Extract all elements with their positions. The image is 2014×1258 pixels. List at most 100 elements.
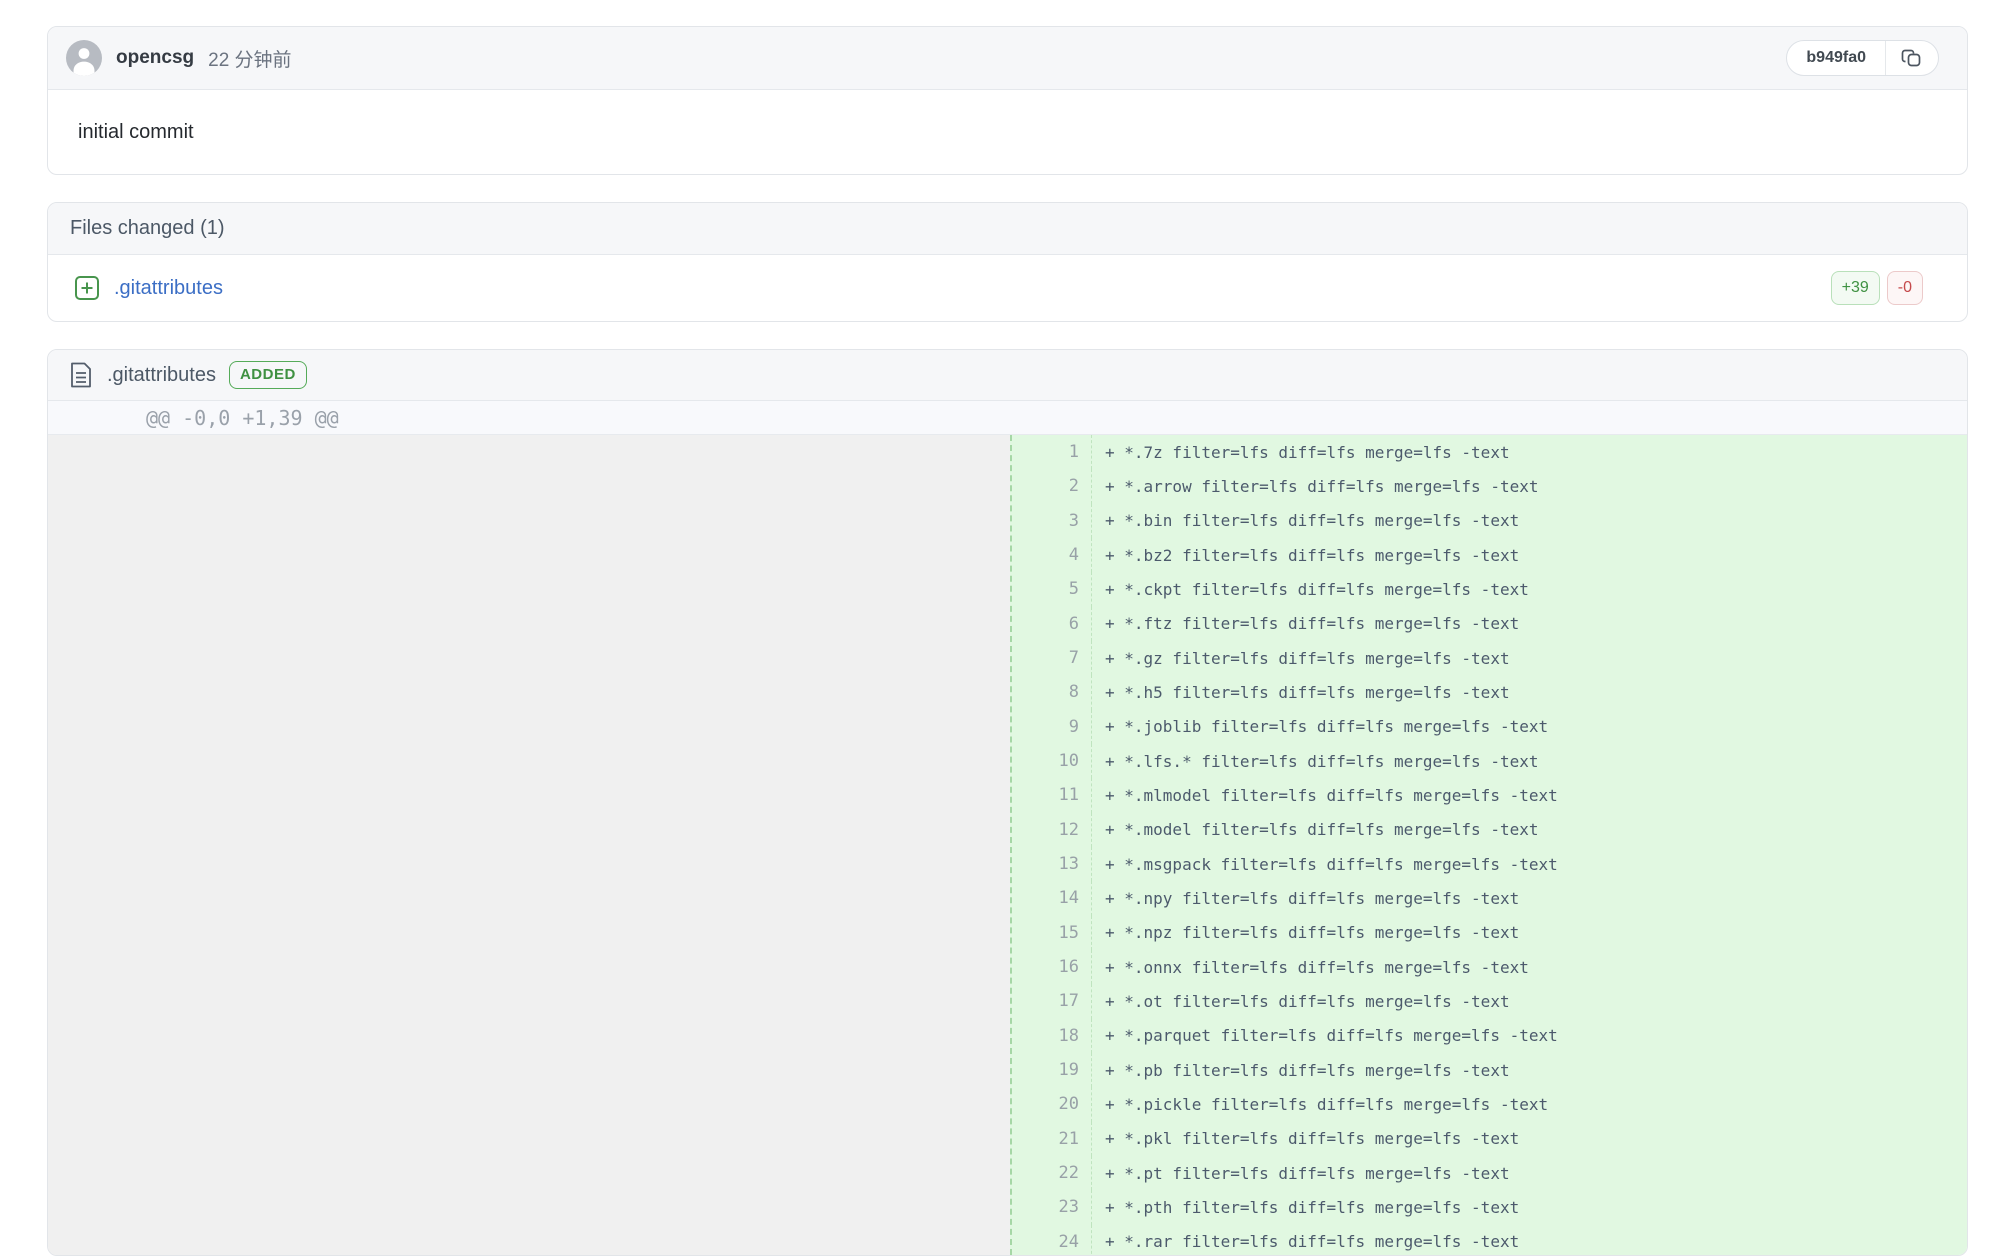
diff-line-text: + *.pt filter=lfs diff=lfs merge=lfs -te… <box>1092 1156 1510 1190</box>
line-number[interactable]: 1 <box>1012 435 1092 469</box>
copy-hash-button[interactable] <box>1886 41 1938 75</box>
hunk-header-text: @@ -0,0 +1,39 @@ <box>146 406 339 430</box>
line-number[interactable]: 16 <box>1012 950 1092 984</box>
diff-line-row: 20 + *.pickle filter=lfs diff=lfs merge=… <box>1012 1087 1967 1121</box>
line-number[interactable]: 14 <box>1012 881 1092 915</box>
line-number[interactable]: 22 <box>1012 1156 1092 1190</box>
diff-line-text: + *.arrow filter=lfs diff=lfs merge=lfs … <box>1092 469 1538 503</box>
commit-message: initial commit <box>48 90 1967 174</box>
diff-line-row: 9 + *.joblib filter=lfs diff=lfs merge=l… <box>1012 710 1967 744</box>
changed-file-link[interactable]: .gitattributes <box>114 277 223 300</box>
diff-line-row: 21 + *.pkl filter=lfs diff=lfs merge=lfs… <box>1012 1122 1967 1156</box>
diff-lines: 1 + *.7z filter=lfs diff=lfs merge=lfs -… <box>1010 435 1967 1255</box>
diff-line-row: 4 + *.bz2 filter=lfs diff=lfs merge=lfs … <box>1012 538 1967 572</box>
diff-line-row: 10 + *.lfs.* filter=lfs diff=lfs merge=l… <box>1012 744 1967 778</box>
diff-line-row: 8 + *.h5 filter=lfs diff=lfs merge=lfs -… <box>1012 675 1967 709</box>
commit-author[interactable]: opencsg <box>116 47 194 69</box>
diff-line-row: 18 + *.parquet filter=lfs diff=lfs merge… <box>1012 1019 1967 1053</box>
diff-line-row: 6 + *.ftz filter=lfs diff=lfs merge=lfs … <box>1012 607 1967 641</box>
diff-line-text: + *.msgpack filter=lfs diff=lfs merge=lf… <box>1092 847 1558 881</box>
diff-line-text: + *.pb filter=lfs diff=lfs merge=lfs -te… <box>1092 1053 1510 1087</box>
diff-line-text: + *.npy filter=lfs diff=lfs merge=lfs -t… <box>1092 881 1519 915</box>
diff-line-text: + *.ot filter=lfs diff=lfs merge=lfs -te… <box>1092 984 1510 1018</box>
line-number[interactable]: 17 <box>1012 984 1092 1018</box>
line-number[interactable]: 6 <box>1012 607 1092 641</box>
file-status-badge: ADDED <box>229 361 307 389</box>
diff-line-row: 11 + *.mlmodel filter=lfs diff=lfs merge… <box>1012 778 1967 812</box>
commit-card: opencsg 22 分钟前 b949fa0 initial commit <box>47 26 1968 175</box>
line-number[interactable]: 24 <box>1012 1225 1092 1255</box>
diff-card: .gitattributes ADDED @@ -0,0 +1,39 @@ 1 … <box>47 349 1968 1256</box>
diff-stat-badges: +39 -0 <box>1831 271 1923 305</box>
line-number[interactable]: 9 <box>1012 710 1092 744</box>
diff-line-row: 22 + *.pt filter=lfs diff=lfs merge=lfs … <box>1012 1156 1967 1190</box>
split-diff-body: 1 + *.7z filter=lfs diff=lfs merge=lfs -… <box>48 435 1967 1255</box>
diff-old-side-empty <box>48 435 1010 1255</box>
diff-line-text: + *.parquet filter=lfs diff=lfs merge=lf… <box>1092 1019 1558 1053</box>
diff-line-text: + *.pickle filter=lfs diff=lfs merge=lfs… <box>1092 1087 1548 1121</box>
diff-line-text: + *.ftz filter=lfs diff=lfs merge=lfs -t… <box>1092 607 1519 641</box>
diff-line-row: 19 + *.pb filter=lfs diff=lfs merge=lfs … <box>1012 1053 1967 1087</box>
line-number[interactable]: 15 <box>1012 916 1092 950</box>
diff-line-row: 2 + *.arrow filter=lfs diff=lfs merge=lf… <box>1012 469 1967 503</box>
diff-line-text: + *.lfs.* filter=lfs diff=lfs merge=lfs … <box>1092 744 1538 778</box>
copy-icon <box>1901 47 1923 69</box>
line-number[interactable]: 11 <box>1012 778 1092 812</box>
diff-line-row: 15 + *.npz filter=lfs diff=lfs merge=lfs… <box>1012 916 1967 950</box>
commit-header: opencsg 22 分钟前 b949fa0 <box>48 27 1967 90</box>
diff-line-row: 17 + *.ot filter=lfs diff=lfs merge=lfs … <box>1012 984 1967 1018</box>
diff-line-text: + *.pth filter=lfs diff=lfs merge=lfs -t… <box>1092 1190 1519 1224</box>
diff-line-row: 24 + *.rar filter=lfs diff=lfs merge=lfs… <box>1012 1225 1967 1255</box>
diff-line-text: + *.pkl filter=lfs diff=lfs merge=lfs -t… <box>1092 1122 1519 1156</box>
line-number[interactable]: 20 <box>1012 1087 1092 1121</box>
line-number[interactable]: 19 <box>1012 1053 1092 1087</box>
additions-badge: +39 <box>1831 271 1880 305</box>
diff-line-text: + *.model filter=lfs diff=lfs merge=lfs … <box>1092 813 1538 847</box>
files-changed-header: Files changed (1) <box>48 203 1967 255</box>
diff-line-text: + *.joblib filter=lfs diff=lfs merge=lfs… <box>1092 710 1548 744</box>
commit-hash[interactable]: b949fa0 <box>1787 41 1886 75</box>
line-number[interactable]: 13 <box>1012 847 1092 881</box>
diff-line-text: + *.bz2 filter=lfs diff=lfs merge=lfs -t… <box>1092 538 1519 572</box>
diff-line-row: 14 + *.npy filter=lfs diff=lfs merge=lfs… <box>1012 881 1967 915</box>
line-number[interactable]: 4 <box>1012 538 1092 572</box>
diff-file-name: .gitattributes <box>107 364 216 387</box>
line-number[interactable]: 12 <box>1012 813 1092 847</box>
diff-line-text: + *.bin filter=lfs diff=lfs merge=lfs -t… <box>1092 504 1519 538</box>
line-number[interactable]: 2 <box>1012 469 1092 503</box>
diff-line-text: + *.7z filter=lfs diff=lfs merge=lfs -te… <box>1092 435 1510 469</box>
diff-line-text: + *.gz filter=lfs diff=lfs merge=lfs -te… <box>1092 641 1510 675</box>
line-number[interactable]: 21 <box>1012 1122 1092 1156</box>
diff-file-header: .gitattributes ADDED <box>48 350 1967 401</box>
commit-detail-page: opencsg 22 分钟前 b949fa0 initial commit Fi… <box>0 0 2014 1256</box>
line-number[interactable]: 8 <box>1012 675 1092 709</box>
line-number[interactable]: 3 <box>1012 504 1092 538</box>
diff-line-text: + *.h5 filter=lfs diff=lfs merge=lfs -te… <box>1092 675 1510 709</box>
diff-line-row: 12 + *.model filter=lfs diff=lfs merge=l… <box>1012 813 1967 847</box>
diff-line-text: + *.mlmodel filter=lfs diff=lfs merge=lf… <box>1092 778 1558 812</box>
diff-line-text: + *.rar filter=lfs diff=lfs merge=lfs -t… <box>1092 1225 1519 1255</box>
diff-line-row: 13 + *.msgpack filter=lfs diff=lfs merge… <box>1012 847 1967 881</box>
files-changed-title: Files changed (1) <box>70 217 225 240</box>
line-number[interactable]: 18 <box>1012 1019 1092 1053</box>
diff-line-row: 1 + *.7z filter=lfs diff=lfs merge=lfs -… <box>1012 435 1967 469</box>
line-number[interactable]: 23 <box>1012 1190 1092 1224</box>
person-icon <box>66 40 102 76</box>
hunk-header: @@ -0,0 +1,39 @@ <box>48 401 1967 435</box>
diff-line-text: + *.npz filter=lfs diff=lfs merge=lfs -t… <box>1092 916 1519 950</box>
diff-line-row: 23 + *.pth filter=lfs diff=lfs merge=lfs… <box>1012 1190 1967 1224</box>
diff-line-row: 16 + *.onnx filter=lfs diff=lfs merge=lf… <box>1012 950 1967 984</box>
changed-file-row: .gitattributes +39 -0 <box>48 255 1967 321</box>
document-icon <box>68 361 94 389</box>
deletions-badge: -0 <box>1887 271 1923 305</box>
line-number[interactable]: 10 <box>1012 744 1092 778</box>
line-number[interactable]: 7 <box>1012 641 1092 675</box>
files-changed-card: Files changed (1) .gitattributes +39 -0 <box>47 202 1968 322</box>
diff-line-text: + *.onnx filter=lfs diff=lfs merge=lfs -… <box>1092 950 1529 984</box>
commit-time: 22 分钟前 <box>208 45 291 72</box>
file-added-plus-icon <box>74 275 100 301</box>
diff-line-text: + *.ckpt filter=lfs diff=lfs merge=lfs -… <box>1092 572 1529 606</box>
line-number[interactable]: 5 <box>1012 572 1092 606</box>
diff-line-row: 7 + *.gz filter=lfs diff=lfs merge=lfs -… <box>1012 641 1967 675</box>
user-avatar[interactable] <box>66 40 102 76</box>
